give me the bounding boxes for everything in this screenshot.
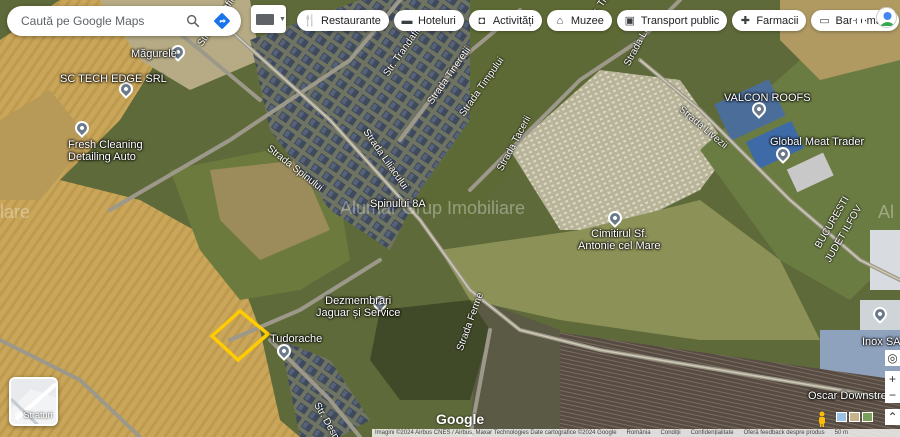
place-label[interactable]: SC TECH EDGE SRL [60, 73, 167, 85]
pharmacy-icon: ✚ [740, 15, 750, 27]
bed-icon: ▬ [401, 14, 413, 27]
place-label[interactable]: Global Meat Trader [770, 136, 864, 148]
watermark: Alumar Grup Imobiliare [340, 198, 526, 218]
privacy-link[interactable]: Confidențialitate [691, 430, 734, 436]
zoom-in-button[interactable]: + [885, 371, 900, 387]
place-label[interactable]: Măgurele [131, 48, 177, 60]
fork-knife-icon: 🍴 [303, 15, 317, 27]
directions-icon[interactable] [213, 12, 231, 30]
chip-label: Restaurante [321, 14, 381, 27]
chip-museums[interactable]: ⌂ Muzee [546, 10, 612, 31]
chevron-down-icon: ▼ [279, 15, 286, 23]
feedback-link[interactable]: Oferă feedback despre produs [744, 430, 825, 436]
imagery-credit: Imagini ©2024 Airbus CNES / Airbus, Maxa… [375, 430, 617, 436]
chip-label: Muzee [570, 14, 604, 27]
thumbnail[interactable] [836, 412, 847, 422]
place-label[interactable]: Dezmembrari Jaguar și Service [316, 295, 400, 319]
keyboard-icon [256, 13, 274, 25]
chip-label: Activități [492, 14, 534, 27]
museum-icon: ⌂ [556, 14, 564, 27]
chip-label: Farmacii [756, 14, 799, 27]
camera-icon: ◘ [478, 14, 486, 27]
my-location-icon[interactable]: ◎ [885, 350, 900, 366]
place-label[interactable]: Inox SA [862, 336, 900, 348]
chip-label: Transport public [640, 14, 720, 27]
pegman-icon[interactable] [817, 411, 827, 427]
watermark-left: lare [0, 202, 31, 222]
place-label[interactable]: VALCON ROOFS [724, 92, 811, 104]
chip-hotels[interactable]: ▬ Hoteluri [393, 10, 464, 31]
zoom-out-button[interactable]: − [885, 387, 900, 403]
layers-label: Straturi [23, 409, 53, 420]
apps-grid-icon[interactable] [852, 11, 866, 25]
thumbnail[interactable] [849, 412, 860, 422]
google-logo: Google [436, 411, 485, 427]
search-icon[interactable] [185, 13, 201, 29]
atm-icon: ▭ [819, 15, 830, 27]
avatar[interactable] [876, 7, 897, 28]
category-chips: 🍴 Restaurante ▬ Hoteluri ◘ Activități ⌂ Muze… [297, 10, 900, 31]
watermark-right: Al [878, 202, 895, 222]
place-label[interactable]: Spinului 8A [370, 198, 426, 210]
search-input[interactable] [21, 14, 181, 28]
layers-button[interactable]: ◈ Straturi [9, 377, 58, 426]
place-label[interactable]: Fresh Cleaning Detailing Auto [68, 139, 143, 163]
map-type-toggle[interactable]: ▼ [251, 5, 286, 33]
search-box[interactable] [7, 6, 241, 36]
attribution-bar: Imagini ©2024 Airbus CNES / Airbus, Maxa… [372, 429, 900, 437]
chip-activities[interactable]: ◘ Activități [468, 10, 542, 31]
chip-restaurants[interactable]: 🍴 Restaurante [297, 10, 389, 31]
train-icon: ▣ [624, 15, 636, 27]
location-control[interactable]: ◎ [885, 350, 900, 366]
imagery-thumbnails[interactable] [836, 412, 873, 422]
chip-label: Hoteluri [417, 14, 456, 27]
thumbnail[interactable] [862, 412, 873, 422]
layers-icon: ◈ [14, 409, 22, 419]
chip-pharmacies[interactable]: ✚ Farmacii [732, 10, 807, 31]
zoom-controls: + − [885, 371, 900, 403]
scale-bar[interactable]: 50 m [835, 430, 848, 436]
chip-transit[interactable]: ▣ Transport public [616, 10, 728, 31]
place-label[interactable]: Cimitirul Sf. Antonie cel Mare [578, 228, 661, 252]
place-label[interactable]: Tudorache [270, 333, 322, 345]
terms-link[interactable]: Condiții [661, 430, 681, 436]
chevron-up-icon[interactable]: ⌃ [885, 409, 900, 425]
expand-control[interactable]: ⌃ [885, 409, 900, 425]
country-link[interactable]: România [627, 430, 651, 436]
